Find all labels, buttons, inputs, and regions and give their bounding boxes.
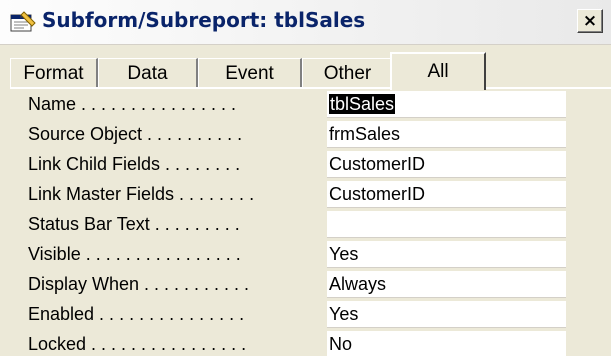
link-master-fields-field[interactable]: CustomerID [327,181,566,208]
tab-data[interactable]: Data [98,58,198,88]
tab-label: Other [323,62,372,84]
property-label[interactable]: Name . . . . . . . . . . . . . . . . [28,90,328,120]
visible-field[interactable]: Yes [327,241,566,268]
tab-format[interactable]: Format [10,58,98,88]
status-bar-text-field[interactable] [327,211,566,238]
tab-other[interactable]: Other [302,58,394,88]
property-sheet-icon [10,11,36,33]
property-row-enabled: Enabled . . . . . . . . . . . . . . . Ye… [14,300,611,330]
property-label[interactable]: Status Bar Text . . . . . . . . . [28,210,328,240]
property-label[interactable]: Source Object . . . . . . . . . . [28,120,328,150]
property-row-source-object: Source Object . . . . . . . . . . frmSal… [14,120,611,150]
title-bar[interactable]: Subform/Subreport: tblSales × [0,0,611,45]
selected-text: tblSales [329,94,396,114]
property-row-locked: Locked . . . . . . . . . . . . . . . . N… [14,330,611,356]
property-list: Name . . . . . . . . . . . . . . . . tbl… [14,90,611,356]
display-when-field[interactable]: Always [327,271,566,298]
name-field[interactable]: tblSales [327,91,566,118]
close-icon: × [582,10,598,31]
property-label[interactable]: Link Master Fields . . . . . . . . [28,180,328,210]
source-object-field[interactable]: frmSales [327,121,566,148]
property-row-link-master-fields: Link Master Fields . . . . . . . . Custo… [14,180,611,210]
tab-panel-edge [10,87,611,89]
link-child-fields-field[interactable]: CustomerID [327,151,566,178]
property-label[interactable]: Enabled . . . . . . . . . . . . . . . [28,300,328,330]
property-label[interactable]: Locked . . . . . . . . . . . . . . . . [28,330,328,356]
property-row-status-bar-text: Status Bar Text . . . . . . . . . [14,210,611,240]
enabled-field[interactable]: Yes [327,301,566,328]
property-label[interactable]: Visible . . . . . . . . . . . . . . . . [28,240,328,270]
locked-field[interactable]: No [327,331,566,356]
property-label[interactable]: Link Child Fields . . . . . . . . [28,150,328,180]
property-row-name: Name . . . . . . . . . . . . . . . . tbl… [14,90,611,120]
tab-event[interactable]: Event [198,58,302,88]
property-row-visible: Visible . . . . . . . . . . . . . . . . … [14,240,611,270]
tab-all[interactable]: All [390,52,486,90]
property-row-display-when: Display When . . . . . . . . . . . Alway… [14,270,611,300]
property-tabs: Format Data Event Other All [10,52,610,90]
tab-label: All [427,61,449,82]
property-label[interactable]: Display When . . . . . . . . . . . [28,270,328,300]
property-sheet-window: Subform/Subreport: tblSales × Format Dat… [0,0,611,356]
tab-label: Event [225,62,274,84]
property-row-link-child-fields: Link Child Fields . . . . . . . . Custom… [14,150,611,180]
window-title: Subform/Subreport: tblSales [42,8,366,32]
tab-label: Format [23,62,84,84]
tab-label: Data [127,62,168,84]
close-button[interactable]: × [577,9,603,33]
